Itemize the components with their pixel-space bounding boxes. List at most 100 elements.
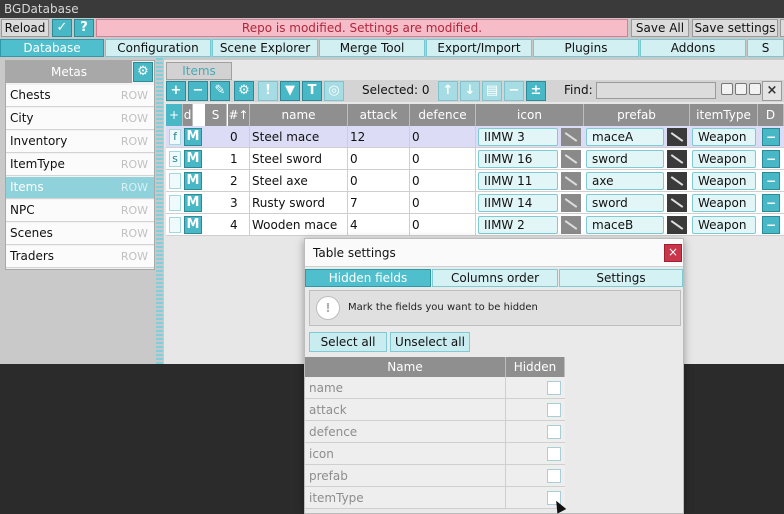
arrow-down-icon[interactable]: ↓ bbox=[460, 81, 480, 101]
tab-scene-explorer[interactable]: Scene Explorer bbox=[212, 39, 318, 57]
hidden-checkbox[interactable] bbox=[547, 425, 561, 439]
meta-item-scenes[interactable]: Scenes ROW bbox=[6, 223, 154, 245]
meta-item-traders[interactable]: Traders ROW bbox=[6, 246, 154, 268]
settings-icon[interactable]: ⚙ bbox=[234, 81, 254, 101]
tab-merge-tool[interactable]: Merge Tool bbox=[319, 39, 425, 57]
add-row-icon[interactable]: + bbox=[166, 104, 183, 126]
select-all-button[interactable]: Select all bbox=[309, 332, 387, 352]
cell-name[interactable]: Steel sword bbox=[250, 148, 348, 170]
row-flag[interactable] bbox=[169, 195, 181, 211]
close-icon[interactable]: × bbox=[664, 244, 682, 262]
cell-itemtype[interactable]: Weapon bbox=[692, 128, 756, 146]
reload-button[interactable]: Reload bbox=[1, 19, 49, 37]
cell-name[interactable]: Wooden mace bbox=[250, 214, 348, 236]
col-header-name[interactable]: name bbox=[250, 104, 348, 126]
cell-prefab[interactable]: sword bbox=[586, 194, 664, 212]
tab-overflow[interactable]: S bbox=[747, 39, 784, 57]
option-toggle-3[interactable] bbox=[749, 83, 761, 95]
save-settings-button[interactable]: Save settings bbox=[692, 19, 778, 37]
warning-icon[interactable]: ! bbox=[258, 81, 278, 101]
tab-export-import[interactable]: Export/Import bbox=[426, 39, 532, 57]
arrow-up-icon[interactable]: ↑ bbox=[438, 81, 458, 101]
cell-icon[interactable]: IIMW 16 bbox=[478, 150, 558, 168]
hidden-checkbox[interactable] bbox=[547, 469, 561, 483]
cell-prefab[interactable]: maceA bbox=[586, 128, 664, 146]
hidden-checkbox[interactable] bbox=[547, 403, 561, 417]
hidden-checkbox[interactable] bbox=[547, 447, 561, 461]
cell-prefab[interactable]: sword bbox=[586, 150, 664, 168]
meta-item-chests[interactable]: Chests ROW bbox=[6, 85, 154, 107]
tab-addons[interactable]: Addons bbox=[640, 39, 746, 57]
col-header-id[interactable]: d bbox=[183, 104, 193, 126]
cell-attack[interactable]: 7 bbox=[348, 192, 410, 214]
meta-item-npc[interactable]: NPC ROW bbox=[6, 200, 154, 222]
table-row[interactable]: f M 0 Steel mace 12 0 IIMW 3 maceA Weapo… bbox=[166, 126, 784, 148]
table-row[interactable]: M 4 Wooden mace 4 0 IIMW 2 maceB Weapon … bbox=[166, 214, 784, 236]
col-header-icon[interactable]: icon bbox=[476, 104, 584, 126]
meta-item-itemtype[interactable]: ItemType ROW bbox=[6, 154, 154, 176]
cell-attack[interactable]: 12 bbox=[348, 126, 410, 148]
cell-defence[interactable]: 0 bbox=[410, 148, 476, 170]
tab-settings[interactable]: Settings bbox=[559, 269, 683, 287]
cell-icon[interactable]: IIMW 2 bbox=[478, 216, 558, 234]
row-flag[interactable] bbox=[169, 173, 181, 189]
cell-itemtype[interactable]: Weapon bbox=[692, 194, 756, 212]
plus-minus-icon[interactable]: ± bbox=[526, 81, 546, 101]
row-flag[interactable]: f bbox=[169, 129, 181, 145]
pin-icon[interactable]: T bbox=[302, 81, 322, 101]
cell-defence[interactable]: 0 bbox=[410, 214, 476, 236]
col-header-prefab[interactable]: prefab bbox=[584, 104, 690, 126]
col-header-attack[interactable]: attack bbox=[348, 104, 410, 126]
cell-icon[interactable]: IIMW 14 bbox=[478, 194, 558, 212]
row-meta-button[interactable]: M bbox=[184, 216, 202, 234]
table-row[interactable]: s M 1 Steel sword 0 0 IIMW 16 sword Weap… bbox=[166, 148, 784, 170]
row-meta-button[interactable]: M bbox=[184, 150, 202, 168]
tab-database[interactable]: Database bbox=[0, 39, 104, 57]
delete-row-icon[interactable]: − bbox=[762, 172, 780, 190]
delete-row-icon[interactable]: − bbox=[762, 216, 780, 234]
minus-icon[interactable]: − bbox=[504, 81, 524, 101]
cell-defence[interactable]: 0 bbox=[410, 126, 476, 148]
tab-hidden-fields[interactable]: Hidden fields bbox=[305, 269, 431, 287]
row-flag[interactable]: s bbox=[169, 151, 181, 167]
cell-attack[interactable]: 4 bbox=[348, 214, 410, 236]
save-all-button[interactable]: Save All bbox=[631, 19, 689, 37]
row-flag[interactable] bbox=[169, 217, 181, 233]
cell-name[interactable]: Steel mace bbox=[250, 126, 348, 148]
col-header-s[interactable]: S bbox=[205, 104, 227, 126]
option-toggle-2[interactable] bbox=[735, 83, 747, 95]
meta-item-items[interactable]: Items ROW bbox=[6, 177, 154, 199]
tab-plugins[interactable]: Plugins bbox=[533, 39, 639, 57]
cell-icon[interactable]: IIMW 11 bbox=[478, 172, 558, 190]
cell-itemtype[interactable]: Weapon bbox=[692, 216, 756, 234]
check-icon[interactable]: ✓ bbox=[52, 19, 72, 37]
delete-row-icon[interactable]: − bbox=[762, 128, 780, 146]
cell-attack[interactable]: 0 bbox=[348, 170, 410, 192]
col-header-defence[interactable]: defence bbox=[410, 104, 476, 126]
target-icon[interactable]: ◎ bbox=[324, 81, 344, 101]
cell-attack[interactable]: 0 bbox=[348, 148, 410, 170]
row-meta-button[interactable]: M bbox=[184, 194, 202, 212]
cell-prefab[interactable]: maceB bbox=[586, 216, 664, 234]
delete-row-icon[interactable]: − bbox=[762, 150, 780, 168]
add-icon[interactable]: + bbox=[166, 81, 186, 101]
tab-items[interactable]: Items bbox=[166, 62, 232, 80]
gear-icon[interactable]: ⚙ bbox=[133, 62, 153, 82]
cell-defence[interactable]: 0 bbox=[410, 192, 476, 214]
row-meta-button[interactable]: M bbox=[184, 128, 202, 146]
cell-name[interactable]: Steel axe bbox=[250, 170, 348, 192]
row-meta-button[interactable]: M bbox=[184, 172, 202, 190]
help-icon[interactable]: ? bbox=[74, 19, 94, 37]
meta-item-city[interactable]: City ROW bbox=[6, 108, 154, 130]
tab-columns-order[interactable]: Columns order bbox=[432, 269, 558, 287]
delete-row-icon[interactable]: − bbox=[762, 194, 780, 212]
find-input[interactable] bbox=[596, 82, 716, 99]
cell-icon[interactable]: IIMW 3 bbox=[478, 128, 558, 146]
meta-item-inventory[interactable]: Inventory ROW bbox=[6, 131, 154, 153]
edit-icon[interactable]: ✎ bbox=[210, 81, 230, 101]
table-row[interactable]: M 2 Steel axe 0 0 IIMW 11 axe Weapon − bbox=[166, 170, 784, 192]
filter-icon[interactable]: ▼ bbox=[280, 81, 300, 101]
panel-splitter[interactable] bbox=[156, 58, 163, 364]
unselect-all-button[interactable]: Unselect all bbox=[390, 332, 470, 352]
col-header-index[interactable]: #↑ bbox=[228, 104, 250, 126]
